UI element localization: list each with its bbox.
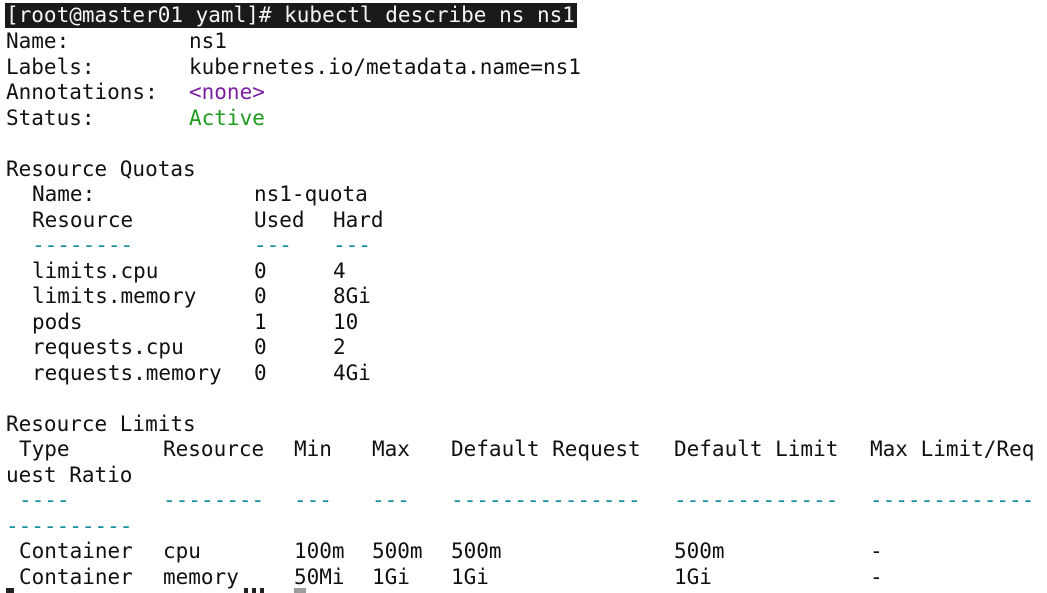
quota-row-hard: 8Gi xyxy=(333,284,371,308)
limits-row-min: 100m xyxy=(294,539,345,563)
limits-dash-type: ---- xyxy=(19,488,70,512)
command-line: [root@master01 yaml]# kubectl describe n… xyxy=(5,3,577,28)
next-prompt-fragment xyxy=(6,588,14,593)
quota-row-hard: 2 xyxy=(333,335,346,359)
quota-row-used: 1 xyxy=(254,310,267,334)
limits-col-max: Max xyxy=(372,437,410,461)
limits-dash-resource: -------- xyxy=(163,488,265,512)
limits-col-default-request: Default Request xyxy=(451,437,641,461)
ns-status-label: Status: xyxy=(6,106,95,130)
limits-col-type: Type xyxy=(19,437,70,461)
limits-row-ratio: - xyxy=(870,539,883,563)
ns-labels-label: Labels: xyxy=(6,55,95,79)
limits-row-min: 50Mi xyxy=(294,565,345,589)
quota-row-used: 0 xyxy=(254,259,267,283)
limits-row-ratio: - xyxy=(870,565,883,589)
quota-row-hard: 10 xyxy=(333,310,359,334)
ns-labels-value: kubernetes.io/metadata.name=ns1 xyxy=(189,55,581,79)
limits-col-default-limit: Default Limit xyxy=(674,437,839,461)
quota-row-hard: 4 xyxy=(333,259,346,283)
quota-row-hard: 4Gi xyxy=(333,361,371,385)
limits-dash-default-request: --------------- xyxy=(451,488,641,512)
limits-row-default-limit: 500m xyxy=(674,539,725,563)
limits-dash-ratio-wrap: ---------- xyxy=(6,514,133,538)
quota-col-used: Used xyxy=(254,208,305,232)
limits-row-max: 500m xyxy=(372,539,423,563)
limits-col-ratio: Max Limit/Req xyxy=(870,437,1035,461)
limits-row-default-limit: 1Gi xyxy=(674,565,712,589)
quota-col-hard: Hard xyxy=(333,208,384,232)
limits-row-max: 1Gi xyxy=(372,565,410,589)
resource-quotas-heading: Resource Quotas xyxy=(6,157,196,181)
quota-row-resource: requests.memory xyxy=(32,361,222,385)
terminal-window[interactable]: [root@master01 yaml]# kubectl describe n… xyxy=(0,0,1047,593)
limits-row-type: Container xyxy=(19,565,133,589)
limits-dash-default-limit: ------------- xyxy=(674,488,839,512)
text-cursor xyxy=(294,588,306,593)
limits-dash-max: --- xyxy=(372,488,410,512)
limits-col-resource: Resource xyxy=(163,437,265,461)
quota-dash-used: --- xyxy=(254,233,292,257)
limits-row-resource: memory xyxy=(163,565,239,589)
quota-name-value: ns1-quota xyxy=(254,182,368,206)
quota-row-resource: limits.cpu xyxy=(32,259,159,283)
ns-status-value: Active xyxy=(189,106,265,130)
limits-col-ratio-wrap: uest Ratio xyxy=(6,463,133,487)
ns-annotations-value: <none> xyxy=(189,80,265,104)
quota-row-used: 0 xyxy=(254,361,267,385)
limits-row-default-request: 1Gi xyxy=(451,565,489,589)
ns-name-label: Name: xyxy=(6,29,70,53)
limits-row-default-request: 500m xyxy=(451,539,502,563)
quota-row-resource: requests.cpu xyxy=(32,335,184,359)
quota-row-resource: limits.memory xyxy=(32,284,197,308)
quota-col-resource: Resource xyxy=(32,208,134,232)
limits-col-min: Min xyxy=(294,437,332,461)
quota-name-label: Name: xyxy=(32,182,96,206)
limits-dash-ratio: ------------- xyxy=(870,488,1035,512)
next-prompt-fragment-2 xyxy=(244,588,266,593)
quota-row-used: 0 xyxy=(254,335,267,359)
limits-dash-min: --- xyxy=(294,488,332,512)
limits-row-resource: cpu xyxy=(163,539,201,563)
quota-row-used: 0 xyxy=(254,284,267,308)
ns-annotations-label: Annotations: xyxy=(6,80,158,104)
ns-name-value: ns1 xyxy=(189,29,227,53)
limits-row-type: Container xyxy=(19,539,133,563)
quota-dash-hard: --- xyxy=(333,233,371,257)
quota-dash-resource: -------- xyxy=(32,233,134,257)
resource-limits-heading: Resource Limits xyxy=(6,412,196,436)
quota-row-resource: pods xyxy=(32,310,83,334)
